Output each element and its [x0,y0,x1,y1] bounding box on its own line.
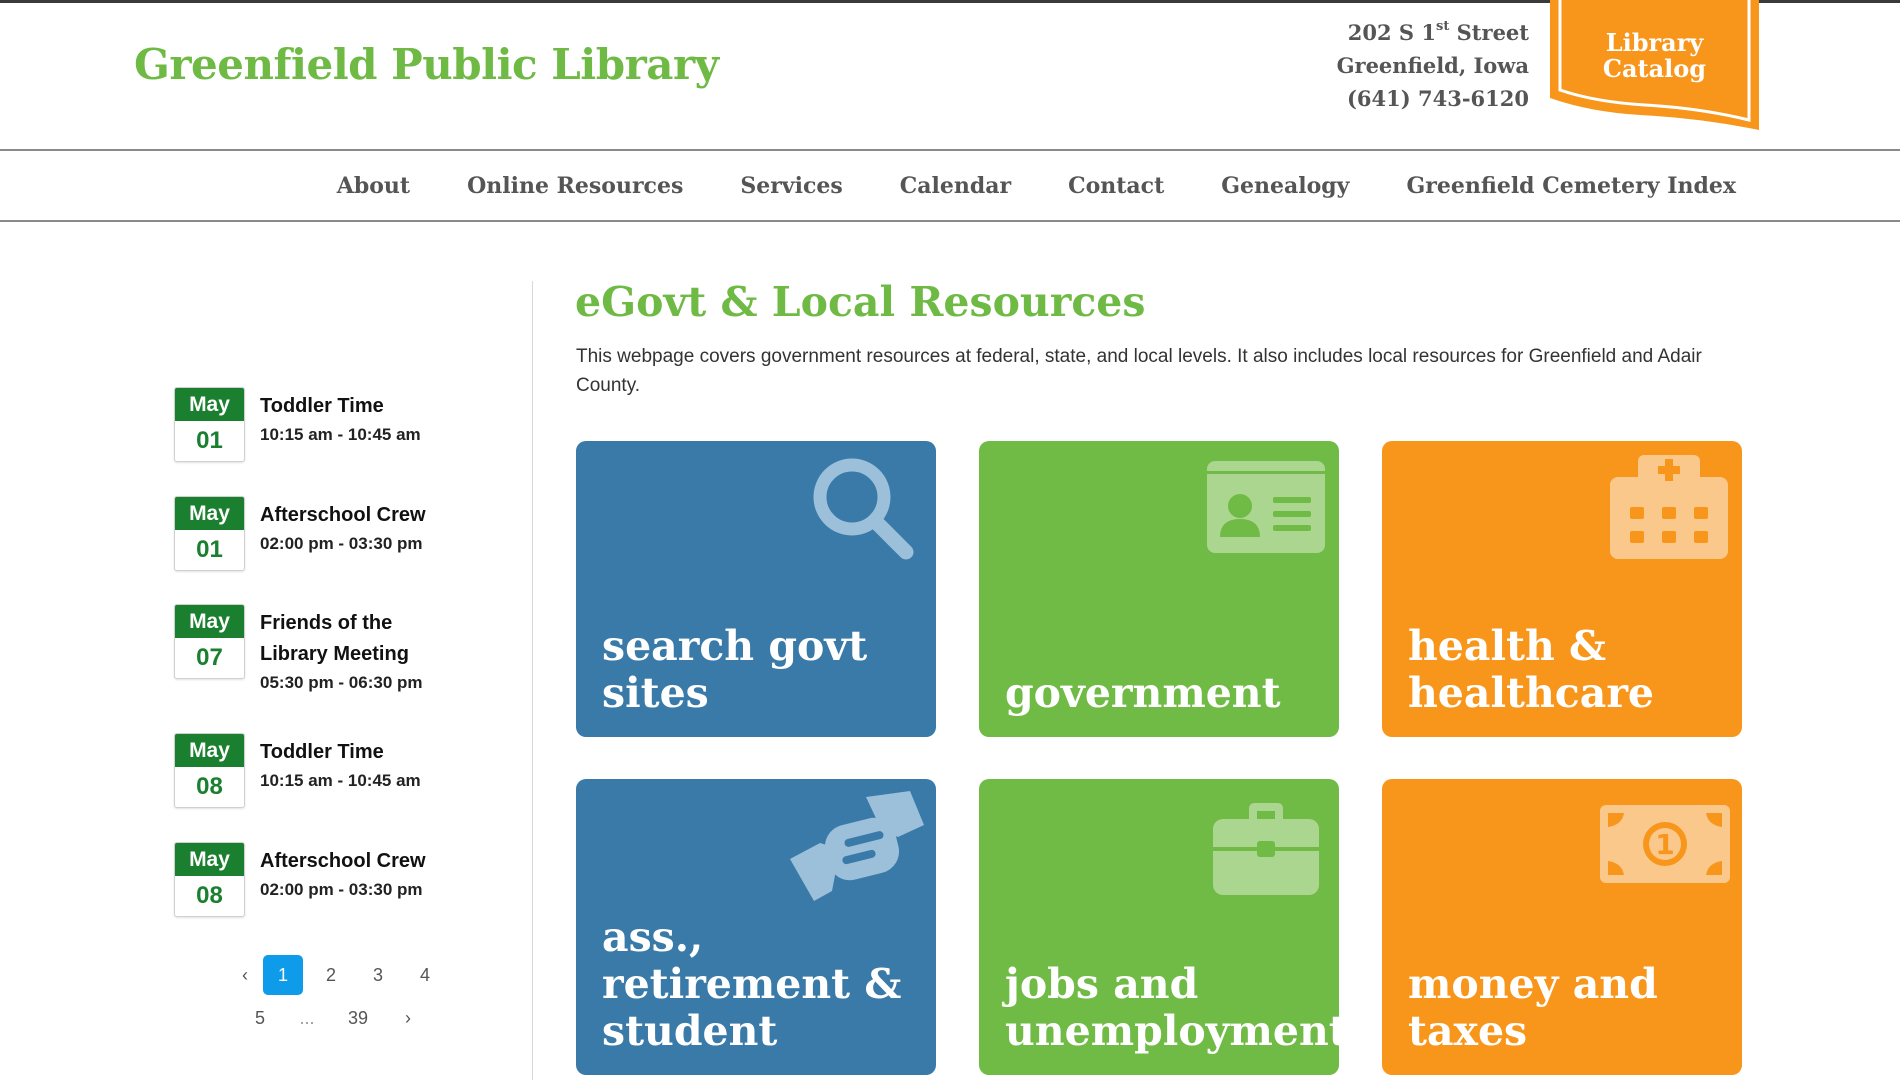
nav-about[interactable]: About [337,173,410,199]
tile-label: money and taxes [1408,960,1658,1055]
event-day: 08 [196,773,223,800]
nav-cemetery-index[interactable]: Greenfield Cemetery Index [1406,173,1736,199]
event-title[interactable]: Afterschool Crew [260,500,490,531]
nav-contact[interactable]: Contact [1068,173,1164,199]
library-catalog-button[interactable]: Library Catalog [1550,0,1759,140]
site-title[interactable]: Greenfield Public Library [134,40,719,89]
event-day: 01 [196,427,223,454]
magnifier-icon [813,458,914,560]
page-intro: This webpage covers government resources… [576,346,1702,396]
address-street: 202 S 1st Street [1347,19,1529,45]
library-address: 202 S 1st Street Greenfield, Iowa (641) … [1337,12,1529,115]
id-card-icon [1207,461,1325,553]
event-time: 02:00 pm - 03:30 pm [260,534,423,553]
tile-label: government [1005,669,1281,717]
event-day: 08 [196,882,223,909]
tile-label: search govt sites [602,622,868,717]
nav-genealogy[interactable]: Genealogy [1221,173,1349,199]
hospital-icon [1610,455,1728,559]
pager-page-1[interactable]: 1 [263,955,303,995]
handshake-icon [790,791,924,901]
pager-ellipsis: ... [299,1008,315,1028]
event-time: 05:30 pm - 06:30 pm [260,673,423,692]
svg-text:1: 1 [1655,828,1674,861]
main-nav: About Online Resources Services Calendar… [0,149,1900,222]
address-phone: (641) 743-6120 [1346,86,1529,111]
event-month: May [175,605,244,638]
event-time: 10:15 am - 10:45 am [260,771,421,790]
event-month: May [175,497,244,530]
pager-page-3[interactable]: 3 [358,955,398,995]
pager-page-last[interactable]: 39 [338,998,378,1038]
tile-assistance-retirement-student[interactable]: ass., retirement & student [576,779,936,1075]
pager-page-2[interactable]: 2 [311,955,351,995]
event-date-badge: May 08 [174,733,245,808]
pager-next-icon[interactable]: › [388,998,428,1038]
tile-jobs-unemployment[interactable]: jobs and unemployment [979,779,1339,1075]
nav-online-resources[interactable]: Online Resources [467,173,683,199]
event-title[interactable]: Toddler Time [260,737,490,768]
event-title[interactable]: Friends of the Library Meeting [260,608,435,670]
pager-page-4[interactable]: 4 [405,955,445,995]
event-title[interactable]: Toddler Time [260,391,490,422]
event-day: 01 [196,536,223,563]
tile-search-govt-sites[interactable]: search govt sites [576,441,936,737]
catalog-label: Library Catalog [1602,28,1707,83]
nav-calendar[interactable]: Calendar [900,173,1011,199]
event-month: May [175,388,244,421]
event-date-badge: May 01 [174,496,245,571]
event-date-badge: May 08 [174,842,245,917]
nav-services[interactable]: Services [740,173,842,199]
tile-label: health & healthcare [1408,622,1654,717]
tile-label: ass., retirement & student [602,913,902,1055]
event-month: May [175,734,244,767]
briefcase-icon [1213,803,1319,895]
event-month: May [175,843,244,876]
event-title[interactable]: Afterschool Crew [260,846,490,877]
sidebar-divider [532,281,533,1080]
tile-health-healthcare[interactable]: health & healthcare [1382,441,1742,737]
event-time: 10:15 am - 10:45 am [260,425,421,444]
event-time: 02:00 pm - 03:30 pm [260,880,423,899]
event-day: 07 [196,644,223,671]
pager-prev-icon[interactable]: ‹ [225,955,265,995]
address-city: Greenfield, Iowa [1336,53,1529,78]
events-pagination: ‹ 1 2 3 4 5 ... 39 › [220,955,460,1055]
page-title: eGovt & Local Resources [575,278,1146,326]
pager-page-5[interactable]: 5 [240,998,280,1038]
money-bill-icon: 1 [1600,805,1730,883]
tile-money-taxes[interactable]: 1 money and taxes [1382,779,1742,1075]
event-date-badge: May 01 [174,387,245,462]
tile-government[interactable]: government [979,441,1339,737]
tile-label: jobs and unemployment [1005,960,1339,1055]
event-date-badge: May 07 [174,604,245,679]
